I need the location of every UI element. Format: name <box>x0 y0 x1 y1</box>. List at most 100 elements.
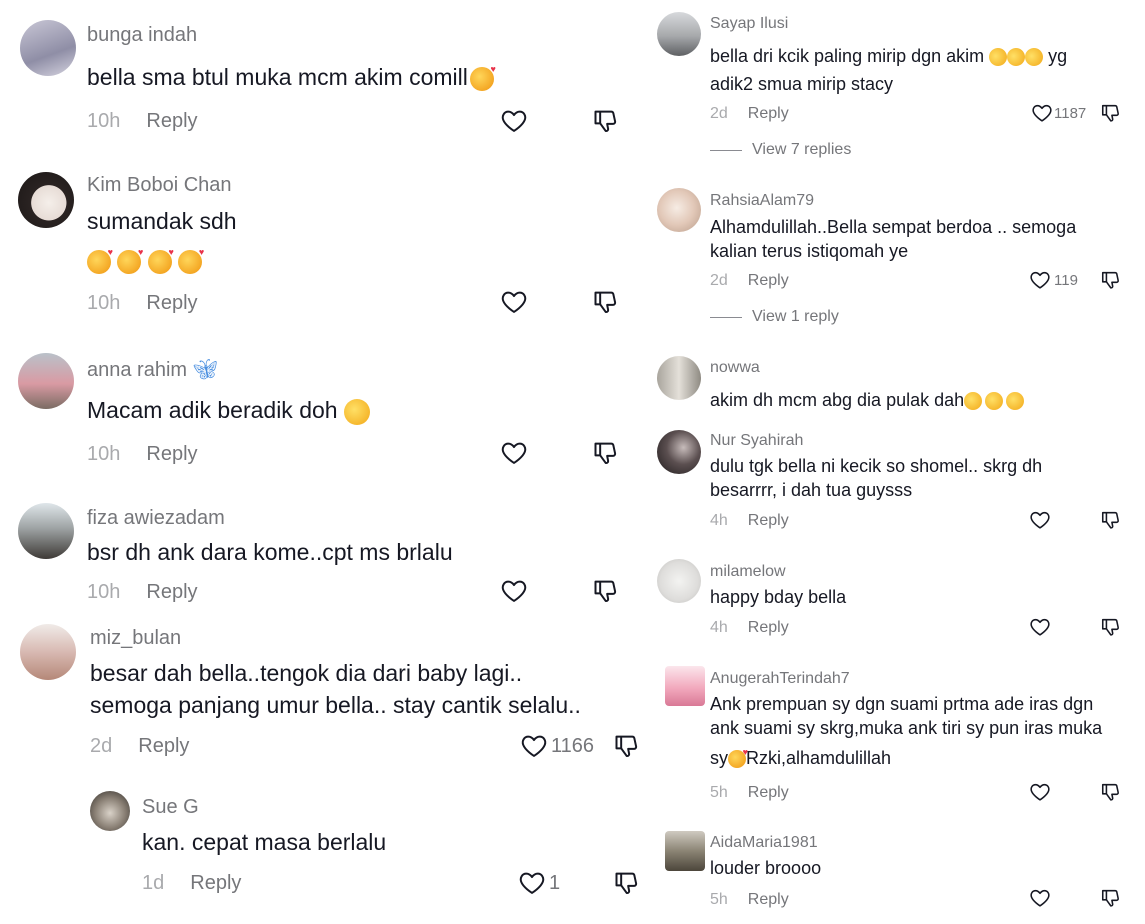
dislike-button[interactable] <box>1100 102 1122 124</box>
comment-emoji-row <box>87 247 204 274</box>
heart-outline-icon <box>1029 616 1051 638</box>
view-replies-button[interactable]: View 1 reply <box>710 308 839 326</box>
username-text: anna rahim <box>87 359 188 381</box>
comment-text-line: ank suami sy skrg,muka ank tiri sy pun i… <box>710 718 1103 738</box>
like-button[interactable]: 1166 <box>520 732 594 760</box>
thumbs-down-icon <box>1100 616 1122 638</box>
reply-button[interactable]: Reply <box>146 292 197 315</box>
comment-username[interactable]: Nur Syahirah <box>710 432 803 450</box>
comment-time: 5h <box>710 891 728 908</box>
like-button[interactable] <box>1029 509 1051 531</box>
like-button[interactable]: 1 <box>518 869 560 897</box>
comment-username[interactable]: bunga indah <box>87 24 197 47</box>
thumbs-down-icon <box>1100 781 1122 803</box>
comment-text: sumandak sdh <box>87 208 237 234</box>
dislike-button[interactable] <box>592 107 620 135</box>
comment-meta: 1d Reply <box>142 872 241 895</box>
comment-text-content: Rzki,alhamdulillah <box>746 748 892 768</box>
comment-text-line: kalian terus istiqomah ye <box>710 241 909 261</box>
like-button[interactable] <box>500 288 528 316</box>
comment-username[interactable]: AnugerahTerindah7 <box>710 670 850 688</box>
face-with-tears-of-joy-icon <box>964 392 983 411</box>
comment-username[interactable]: nowwa <box>710 359 760 377</box>
avatar[interactable] <box>657 559 701 603</box>
view-replies-button[interactable]: View 7 replies <box>710 141 851 159</box>
reply-button[interactable]: Reply <box>146 443 197 466</box>
like-button[interactable] <box>1029 781 1051 803</box>
reply-button[interactable]: Reply <box>748 784 789 802</box>
comment-username[interactable]: miz_bulan <box>90 627 181 650</box>
reply-button[interactable]: Reply <box>146 110 197 133</box>
heart-outline-icon <box>1029 269 1051 291</box>
dislike-button[interactable] <box>613 732 641 760</box>
comment-username[interactable]: fiza awiezadam <box>87 507 225 530</box>
comment-username[interactable]: AidaMaria1981 <box>710 834 818 852</box>
comment-time: 1d <box>142 872 165 894</box>
comment-username[interactable]: RahsiaAlam79 <box>710 192 814 210</box>
comment-time: 4h <box>710 512 728 529</box>
comment-text: happy bday bella <box>710 587 847 607</box>
thumbs-down-icon <box>592 107 620 135</box>
smiling-face-with-hearts-icon <box>728 747 748 769</box>
like-button[interactable] <box>500 577 528 605</box>
comment-username[interactable]: milamelow <box>710 563 786 581</box>
avatar[interactable] <box>665 666 705 706</box>
dislike-button[interactable] <box>592 288 620 316</box>
reply-button[interactable]: Reply <box>748 891 789 909</box>
comment-username[interactable]: Sue G <box>142 796 199 819</box>
like-button[interactable] <box>1029 616 1051 638</box>
comment-time: 4h <box>710 619 728 636</box>
avatar[interactable] <box>90 791 130 831</box>
comment-text: bella sma btul muka mcm akim comill <box>87 64 496 91</box>
avatar[interactable] <box>18 353 74 409</box>
comment-username[interactable]: Sayap Ilusi <box>710 15 788 33</box>
comment-text-line: sy Rzki,alhamdulillah <box>710 747 892 769</box>
dislike-button[interactable] <box>613 869 641 897</box>
avatar[interactable] <box>665 831 705 871</box>
avatar[interactable] <box>657 188 701 232</box>
thumbs-down-icon <box>1100 269 1122 291</box>
view-replies-label: View 1 reply <box>752 308 839 325</box>
comment-text: kan. cepat masa berlalu <box>142 829 387 855</box>
comment-text-tail: yg <box>1048 46 1068 66</box>
thumbs-down-icon <box>592 288 620 316</box>
reply-button[interactable]: Reply <box>146 581 197 604</box>
like-button[interactable] <box>500 107 528 135</box>
avatar[interactable] <box>20 624 76 680</box>
reply-button[interactable]: Reply <box>138 735 189 758</box>
like-count: 1187 <box>1054 104 1087 122</box>
comment-username[interactable]: Kim Boboi Chan <box>87 174 232 197</box>
comment-text-content: Macam adik beradik doh <box>87 397 338 423</box>
like-button[interactable] <box>500 439 528 467</box>
reply-button[interactable]: Reply <box>748 105 789 123</box>
dislike-button[interactable] <box>592 439 620 467</box>
reply-button[interactable]: Reply <box>190 872 241 895</box>
like-button[interactable] <box>1029 887 1051 909</box>
dislike-button[interactable] <box>1100 269 1122 291</box>
avatar[interactable] <box>18 503 74 559</box>
dislike-button[interactable] <box>1100 781 1122 803</box>
like-button[interactable]: 1187 <box>1031 102 1086 124</box>
reply-button[interactable]: Reply <box>748 512 789 530</box>
like-button[interactable]: 119 <box>1029 269 1078 291</box>
dislike-button[interactable] <box>1100 509 1122 531</box>
dislike-button[interactable] <box>592 577 620 605</box>
heart-outline-icon <box>500 288 528 316</box>
comment-meta: 4h Reply <box>710 512 789 530</box>
dislike-button[interactable] <box>1100 616 1122 638</box>
dislike-button[interactable] <box>1100 887 1122 909</box>
avatar[interactable] <box>20 20 76 76</box>
avatar[interactable] <box>657 430 701 474</box>
right-comment-column: Sayap Ilusi bella dri kcik paling mirip … <box>645 0 1145 924</box>
view-replies-label: View 7 replies <box>752 141 852 158</box>
avatar[interactable] <box>18 172 74 228</box>
comment-item: AnugerahTerindah7 Ank prempuan sy dgn su… <box>645 660 1145 820</box>
reply-button[interactable]: Reply <box>748 619 789 637</box>
comment-meta: 5h Reply <box>710 891 789 909</box>
reply-button[interactable]: Reply <box>748 272 789 290</box>
comment-text: akim dh mcm abg dia pulak dah <box>710 390 1025 411</box>
comment-text: bsr dh ank dara kome..cpt ms brlalu <box>87 539 453 565</box>
comment-username[interactable]: anna rahim 🦋︎ <box>87 357 218 382</box>
avatar[interactable] <box>657 12 701 56</box>
avatar[interactable] <box>657 356 701 400</box>
